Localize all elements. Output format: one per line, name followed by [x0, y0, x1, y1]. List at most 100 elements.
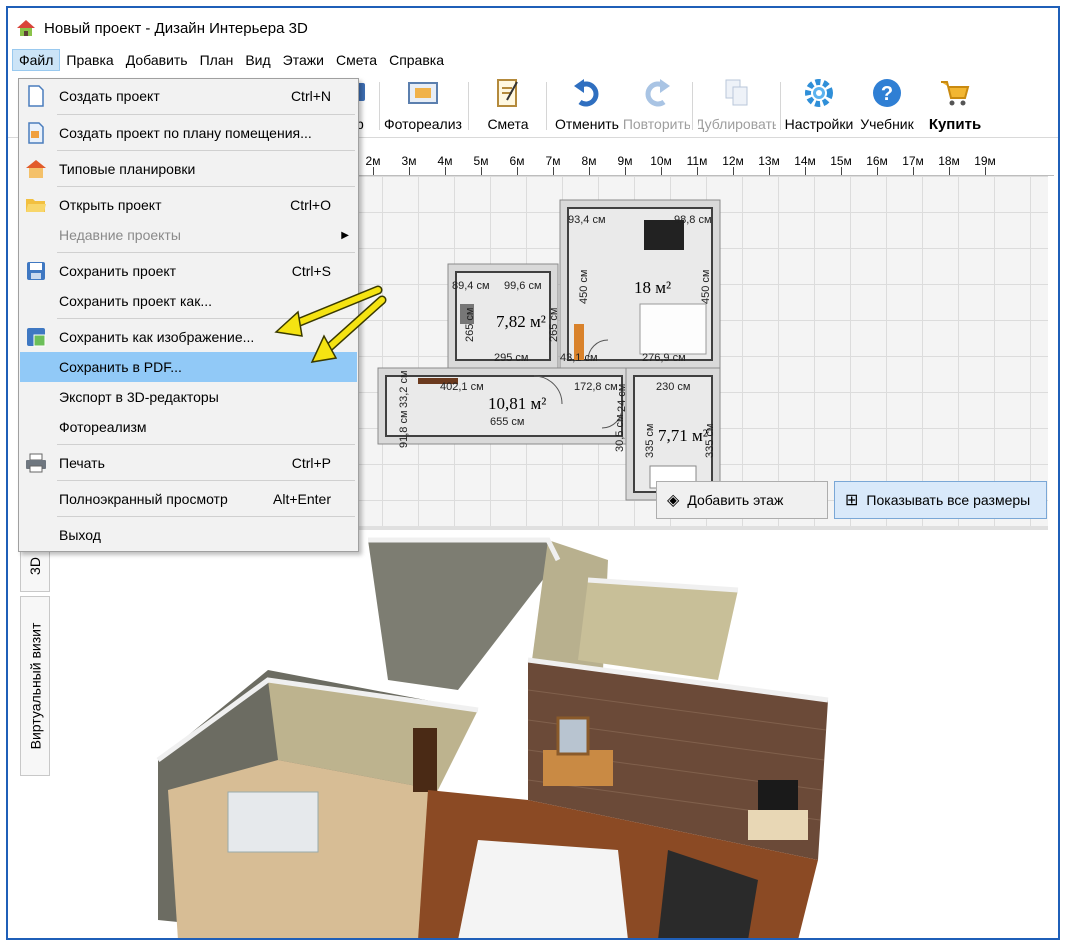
plan-file-icon [24, 121, 48, 145]
tool-tutorial-button[interactable]: ? Учебник [858, 76, 916, 136]
ruler-tick [913, 167, 914, 175]
menu-add[interactable]: Добавить [120, 50, 194, 70]
dimension-label: 98,8 см [674, 214, 712, 226]
ruler-label: 19м [974, 154, 996, 168]
bathtub-3d [227, 791, 319, 853]
printer-icon [24, 451, 48, 475]
ruler-tick [553, 167, 554, 175]
ruler-tick [841, 167, 842, 175]
dimension-label: 402,1 см [440, 381, 484, 393]
save-icon [24, 259, 48, 283]
menu-view[interactable]: Вид [239, 50, 276, 70]
menu-item-exit[interactable]: Выход [20, 520, 357, 550]
ruler-tick [733, 167, 734, 175]
menu-item-recent-projects[interactable]: Недавние проекты ▶ [20, 220, 357, 250]
menu-item-print[interactable]: Печать Ctrl+P [20, 448, 357, 478]
menu-separator [57, 186, 355, 187]
app-window: Новый проект - Дизайн Интерьера 3D Файл … [6, 6, 1060, 940]
tool-photorealism-button[interactable]: Фотореализ [384, 76, 462, 136]
ruler-label: 12м [722, 154, 744, 168]
side-tabs: 3D Виртуальный визит [20, 540, 56, 780]
settings-gear-icon [802, 76, 836, 110]
menu-separator [57, 516, 355, 517]
menu-help[interactable]: Справка [383, 50, 450, 70]
ruler-tick [769, 167, 770, 175]
help-icon: ? [870, 76, 904, 110]
bed-shape [639, 303, 707, 355]
room-area-label: 18 м² [634, 278, 672, 297]
ruler-tick [481, 167, 482, 175]
estimate-icon [491, 76, 525, 110]
menu-file[interactable]: Файл [12, 49, 61, 71]
tool-undo-button[interactable]: Отменить [551, 76, 623, 136]
ruler-label: 11м [686, 154, 708, 168]
menu-separator [57, 150, 355, 151]
toolbar-separator [468, 82, 469, 130]
ruler-tick [517, 167, 518, 175]
room-area-label: 7,71 м² [658, 426, 708, 445]
menu-item-save-as[interactable]: Сохранить проект как... [20, 286, 357, 316]
photorealism-icon [406, 76, 440, 110]
tv-stand-3d [748, 810, 808, 840]
tool-redo-button[interactable]: Повторить [624, 76, 690, 136]
ruler-label: 13м [758, 154, 780, 168]
dimension-label: 24 см [616, 383, 628, 412]
ruler-tick [985, 167, 986, 175]
dimension-label: 93,4 см [568, 214, 606, 226]
room-area-label: 7,82 м² [496, 312, 546, 331]
dimension-label: 91,8 см [398, 410, 410, 448]
undo-icon [570, 76, 604, 110]
tab-virtual-visit[interactable]: Виртуальный визит [20, 596, 50, 776]
show-all-dimensions-button[interactable]: ⊞ Показывать все размеры [834, 481, 1047, 519]
menu-item-fullscreen[interactable]: Полноэкранный просмотр Alt+Enter [20, 484, 357, 514]
view-3d-pane[interactable] [58, 530, 1056, 938]
duplicate-icon [720, 76, 754, 110]
menu-item-new-from-plan[interactable]: Создать проект по плану помещения... [20, 118, 357, 148]
ruler-label: 14м [794, 154, 816, 168]
menu-item-save-pdf[interactable]: Сохранить в PDF... [20, 352, 357, 382]
tool-estimate-button[interactable]: Смета [480, 76, 536, 136]
cart-icon [938, 76, 972, 110]
menu-edit[interactable]: Правка [60, 50, 119, 70]
menu-item-typical-layouts[interactable]: Типовые планировки [20, 154, 357, 184]
menu-floors[interactable]: Этажи [277, 50, 330, 70]
menu-item-photorealism[interactable]: Фотореализм [20, 412, 357, 442]
ruler-tick [625, 167, 626, 175]
ruler-label: 3м [401, 154, 417, 168]
save-image-icon [24, 325, 48, 349]
door-3d [413, 728, 437, 792]
ruler-tick [661, 167, 662, 175]
ruler-label: 18м [938, 154, 960, 168]
ruler-label: 9м [617, 154, 633, 168]
ruler-label: 2м [365, 154, 381, 168]
ruler-label: 8м [581, 154, 597, 168]
dimension-label: 172,8 см [574, 381, 618, 393]
menu-item-new-project[interactable]: Создать проект Ctrl+N [20, 81, 357, 111]
dimension-label: 89,4 см [452, 280, 490, 292]
menu-plan[interactable]: План [194, 50, 240, 70]
dimension-label: 43,1 см [560, 352, 598, 364]
dimension-label: 230 см [656, 381, 691, 393]
menu-separator [57, 252, 355, 253]
add-floor-button[interactable]: ◈ Добавить этаж [656, 481, 828, 519]
tool-settings-button[interactable]: Настройки [784, 76, 854, 136]
folder-open-icon [24, 193, 48, 217]
redo-icon [640, 76, 674, 110]
menu-item-save-as-image[interactable]: Сохранить как изображение... [20, 322, 357, 352]
menu-item-save-project[interactable]: Сохранить проект Ctrl+S [20, 256, 357, 286]
toolbar-separator [546, 82, 547, 130]
app-house-icon [16, 18, 36, 38]
bed-3d [458, 840, 628, 938]
tool-buy-button[interactable]: Купить [922, 76, 988, 136]
dimension-label: 335 см [644, 423, 656, 458]
dimension-label: 99,6 см [504, 280, 542, 292]
menu-item-open-project[interactable]: Открыть проект Ctrl+O [20, 190, 357, 220]
tool-duplicate-button[interactable]: Дублировать [698, 76, 776, 136]
toolbar-separator [780, 82, 781, 130]
ruler-tick [697, 167, 698, 175]
ruler-label: 7м [545, 154, 561, 168]
ruler-tick [445, 167, 446, 175]
menu-item-export-3d[interactable]: Экспорт в 3D-редакторы [20, 382, 357, 412]
title-bar: Новый проект - Дизайн Интерьера 3D [8, 8, 1058, 48]
menu-estimate[interactable]: Смета [330, 50, 383, 70]
